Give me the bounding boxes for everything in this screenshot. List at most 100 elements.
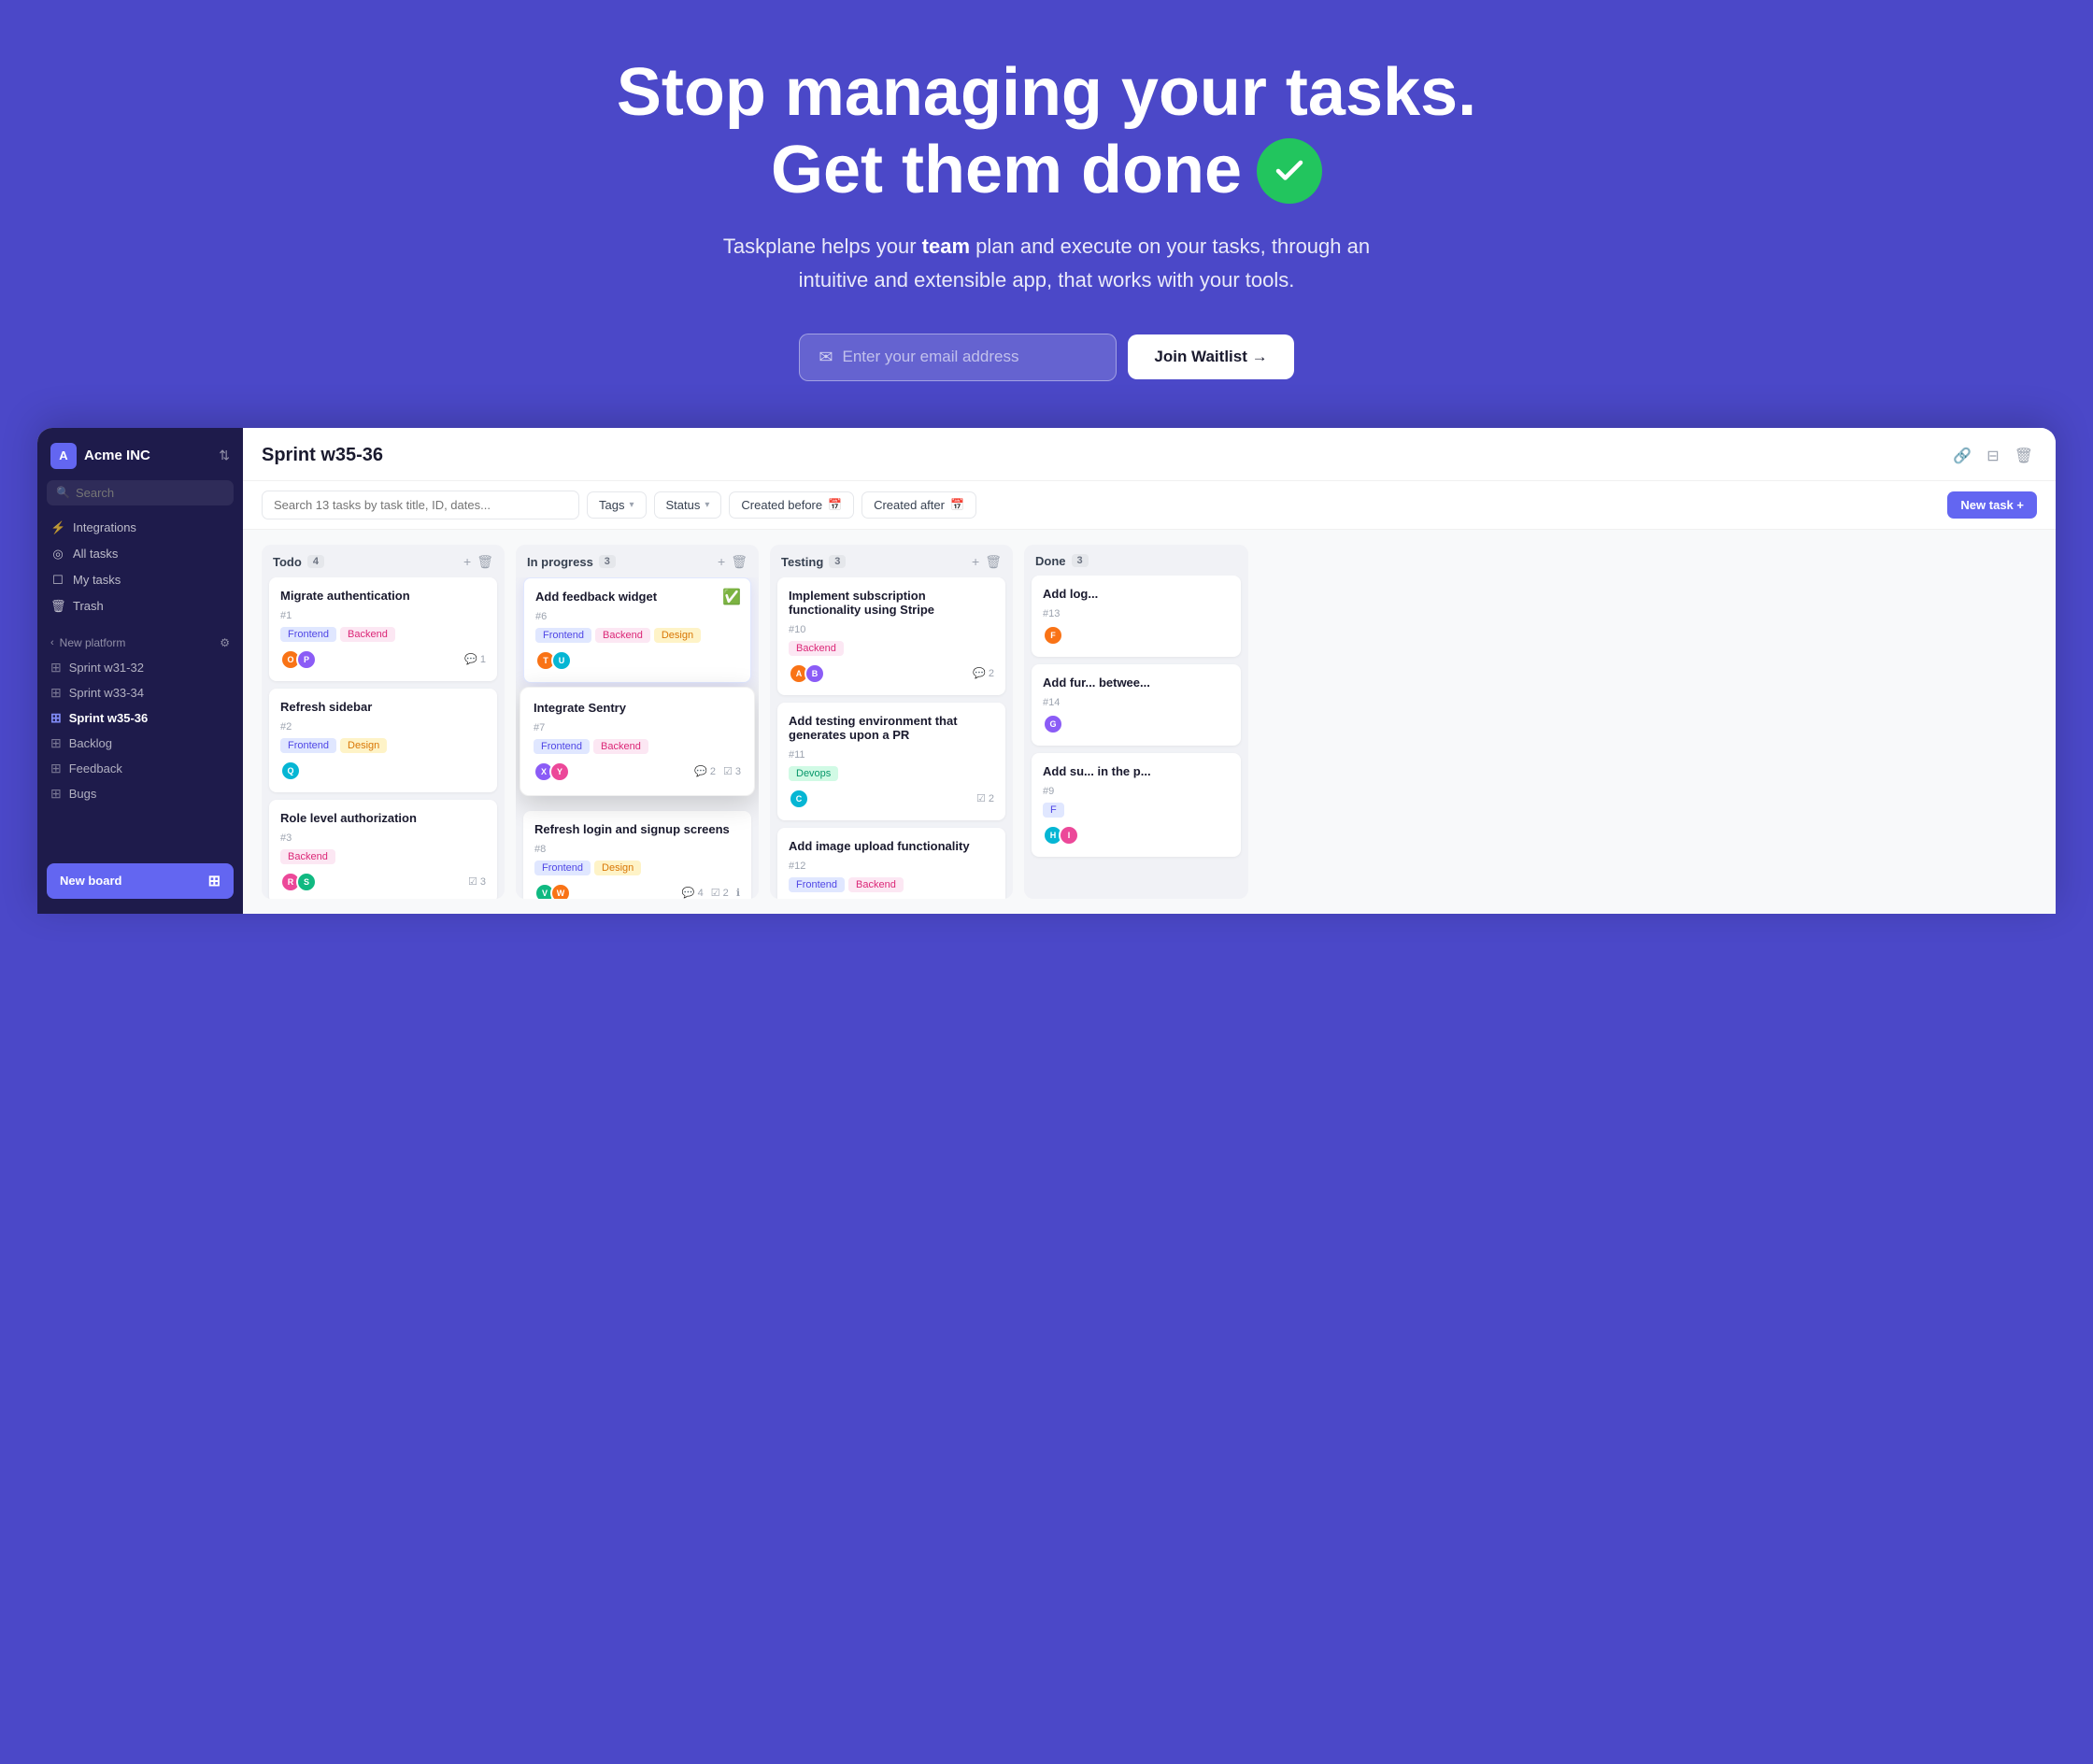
tag-devops: Devops <box>789 766 838 781</box>
tag-frontend: Frontend <box>280 627 336 642</box>
avatar: Y <box>549 761 570 782</box>
card-title: Add log... <box>1043 587 1230 601</box>
card-tags: Backend <box>789 641 994 656</box>
new-task-button[interactable]: New task + <box>1947 491 2037 519</box>
sidebar: A Acme INC ⇅ 🔍 ⌘+K ⚡ Integrations ◎ All … <box>37 428 243 914</box>
sidebar-board-sprint-w33-34[interactable]: ⊞ Sprint w33-34 <box>37 680 243 705</box>
created-after-filter-button[interactable]: Created after 📅 <box>861 491 976 519</box>
sidebar-item-all-tasks[interactable]: ◎ All tasks <box>37 541 243 567</box>
created-before-filter-button[interactable]: Created before 📅 <box>729 491 854 519</box>
email-input[interactable] <box>842 348 1097 366</box>
card-tags: Frontend Design <box>280 738 486 753</box>
card-id: #11 <box>789 749 994 761</box>
card-meta: ☑ 3 <box>468 875 486 888</box>
card-meta: ☑ 2 <box>976 792 994 804</box>
card-migrate-authentication[interactable]: Migrate authentication #1 Frontend Backe… <box>269 577 497 681</box>
sidebar-search-box[interactable]: 🔍 ⌘+K <box>47 480 234 505</box>
column-done: Done 3 Add log... #13 F <box>1024 545 1248 899</box>
status-filter-button[interactable]: Status ▾ <box>654 491 722 519</box>
card-integrate-sentry-tooltip[interactable]: Integrate Sentry #7 Frontend Backend X Y <box>520 687 755 796</box>
card-title: Add su... in the p... <box>1043 764 1230 778</box>
sidebar-board-feedback[interactable]: ⊞ Feedback <box>37 756 243 781</box>
grid-view-button[interactable]: ⊟ <box>1983 443 2002 469</box>
avatar: F <box>1043 625 1063 646</box>
card-tags: F <box>1043 803 1230 818</box>
sidebar-item-my-tasks[interactable]: ☐ My tasks <box>37 567 243 593</box>
checklist-icon: ☑ 2 <box>711 887 729 899</box>
column-in-progress: In progress 3 + 🗑 ✅ Add feedback widget … <box>516 545 759 899</box>
col-cards-done: Add log... #13 F Add fur... betwee... #1… <box>1024 576 1248 899</box>
card-footer: R S ☑ 3 <box>280 872 486 892</box>
col-add-button-in-progress[interactable]: + <box>718 554 725 569</box>
card-tags: Frontend Backend <box>280 627 486 642</box>
card-refresh-sidebar[interactable]: Refresh sidebar #2 Frontend Design Q <box>269 689 497 792</box>
col-delete-button-in-progress[interactable]: 🗑 <box>731 554 748 570</box>
tag-backend: Backend <box>595 628 650 643</box>
card-footer: G <box>1043 714 1230 734</box>
sidebar-board-sprint-w35-36[interactable]: ⊞ Sprint w35-36 <box>37 705 243 731</box>
search-input[interactable] <box>76 486 240 500</box>
sidebar-board-bugs[interactable]: ⊞ Bugs <box>37 781 243 806</box>
col-count-todo: 4 <box>307 555 324 568</box>
board-label: Sprint w33-34 <box>69 686 144 700</box>
card-meta: 💬 1 <box>464 653 486 665</box>
card-done-3[interactable]: Add su... in the p... #9 F H I <box>1032 753 1241 857</box>
task-search-input[interactable] <box>262 491 579 519</box>
company-name: Acme INC <box>84 448 150 463</box>
sidebar-item-integrations[interactable]: ⚡ Integrations <box>37 515 243 541</box>
avatar: S <box>296 872 317 892</box>
card-title: Integrate Sentry <box>534 701 741 715</box>
join-waitlist-button[interactable]: Join Waitlist → <box>1128 334 1293 379</box>
new-board-button[interactable]: New board ⊞ <box>47 863 234 899</box>
tag-frontend: Frontend <box>535 628 591 643</box>
card-done-1[interactable]: Add log... #13 F <box>1032 576 1241 657</box>
card-role-level-auth[interactable]: Role level authorization #3 Backend R S … <box>269 800 497 899</box>
sidebar-item-trash[interactable]: 🗑 Trash <box>37 593 243 619</box>
chevron-left-icon: ‹ <box>50 637 54 648</box>
card-footer: T U <box>535 650 739 671</box>
col-count-testing: 3 <box>829 555 846 568</box>
card-footer: X Y 💬 2 ☑ 3 <box>534 761 741 782</box>
col-delete-button-testing[interactable]: 🗑 <box>985 554 1002 570</box>
card-done-2[interactable]: Add fur... betwee... #14 G <box>1032 664 1241 746</box>
col-header-todo: Todo 4 + 🗑 <box>262 545 505 577</box>
tags-filter-button[interactable]: Tags ▾ <box>587 491 647 519</box>
settings-icon[interactable]: ⚙ <box>220 636 230 649</box>
board-header-actions: 🔗 ⊟ 🗑 <box>1949 443 2037 469</box>
board-icon: ⊞ <box>50 735 62 751</box>
col-delete-button-todo[interactable]: 🗑 <box>477 554 493 570</box>
email-input-wrapper: ✉ <box>799 334 1117 381</box>
tag-backend: Backend <box>593 739 648 754</box>
hero-section: Stop managing your tasks. Get them done … <box>0 0 2093 428</box>
delete-board-button[interactable]: 🗑 <box>2011 443 2037 469</box>
card-tags: Frontend Backend <box>789 877 994 892</box>
card-footer: A B 💬 2 <box>789 663 994 684</box>
tag-design: Design <box>654 628 701 643</box>
card-refresh-login[interactable]: Refresh login and signup screens #8 Fron… <box>523 811 751 899</box>
col-cards-in-progress: ✅ Add feedback widget #6 Frontend Backen… <box>516 577 759 899</box>
card-image-upload[interactable]: Add image upload functionality #12 Front… <box>777 828 1005 899</box>
card-footer: F <box>1043 625 1230 646</box>
sidebar-item-all-tasks-label: All tasks <box>73 547 118 561</box>
column-todo: Todo 4 + 🗑 Migrate authentication #1 Fr <box>262 545 505 899</box>
avatar: P <box>296 649 317 670</box>
col-add-button-testing[interactable]: + <box>972 554 979 569</box>
card-id: #14 <box>1043 697 1230 708</box>
comment-icon: 💬 2 <box>694 765 716 777</box>
search-icon: 🔍 <box>56 486 70 499</box>
card-add-feedback-widget[interactable]: ✅ Add feedback widget #6 Frontend Backen… <box>523 577 751 683</box>
logo-box: A <box>50 443 77 469</box>
card-avatars: V W <box>534 883 571 899</box>
chevron-down-icon: ▾ <box>705 500 709 510</box>
sidebar-board-backlog[interactable]: ⊞ Backlog <box>37 731 243 756</box>
sidebar-bottom: New board ⊞ <box>37 852 243 899</box>
card-testing-environment[interactable]: Add testing environment that generates u… <box>777 703 1005 820</box>
card-subscription-stripe[interactable]: Implement subscription functionality usi… <box>777 577 1005 695</box>
board-icon: ⊞ <box>50 660 62 676</box>
sort-icon[interactable]: ⇅ <box>219 448 230 463</box>
link-icon-button[interactable]: 🔗 <box>1949 443 1975 469</box>
card-id: #10 <box>789 624 994 635</box>
sidebar-section-header[interactable]: ‹ New platform ⚙ <box>37 631 243 655</box>
col-add-button-todo[interactable]: + <box>463 554 471 569</box>
sidebar-board-sprint-w31-32[interactable]: ⊞ Sprint w31-32 <box>37 655 243 680</box>
